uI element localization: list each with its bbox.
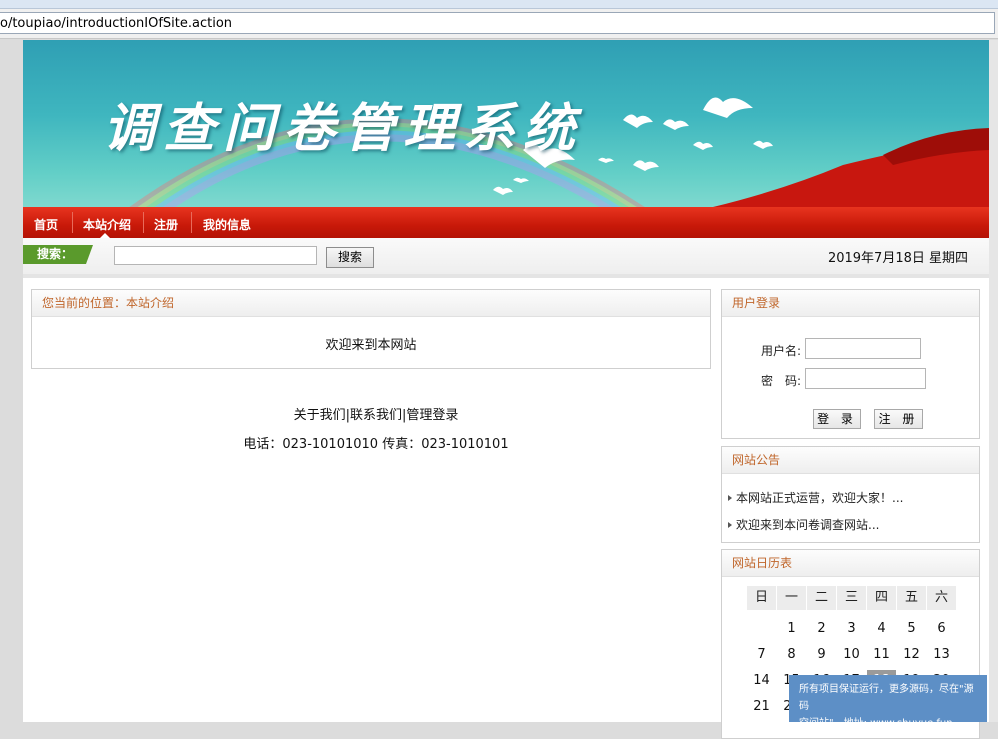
- nav-item-my-info[interactable]: 我的信息: [203, 216, 251, 233]
- calendar-day[interactable]: 13: [927, 644, 956, 666]
- search-input[interactable]: [114, 246, 317, 265]
- calendar-weekday: 二: [807, 586, 836, 610]
- url-field[interactable]: o/toupiao/introductionIOfSite.action: [0, 12, 995, 34]
- calendar-weekday: 日: [747, 586, 776, 610]
- calendar-day[interactable]: 10: [837, 644, 866, 666]
- promo-line-2: 空间站"，地址: www.shuyue.fun: [799, 718, 953, 729]
- calendar-day[interactable]: 6: [927, 618, 956, 640]
- calendar-day[interactable]: 8: [777, 644, 806, 666]
- username-label: 用户名:: [761, 344, 802, 358]
- calendar-day[interactable]: 12: [897, 644, 926, 666]
- notice-item-text: 本网站正式运营，欢迎大家！...: [736, 491, 904, 505]
- notice-item[interactable]: 本网站正式运营，欢迎大家！...: [728, 489, 903, 506]
- notice-panel-title: 网站公告: [722, 447, 979, 474]
- login-button[interactable]: 登 录: [813, 409, 861, 429]
- browser-top-strip: [0, 0, 998, 9]
- site-title: 调查问卷管理系统: [103, 98, 584, 159]
- register-button[interactable]: 注 册: [874, 409, 923, 429]
- nav-item-introduction[interactable]: 本站介绍: [83, 216, 131, 233]
- main-nav: 首页 本站介绍 注册 我的信息: [23, 207, 989, 238]
- notice-item-text: 欢迎来到本问卷调查网站...: [736, 518, 880, 532]
- breadcrumb-panel: 您当前的位置：本站介绍 欢迎来到本网站: [31, 289, 711, 369]
- search-bar: 搜索： 搜索 2019年7月18日 星期四: [23, 238, 989, 278]
- page-edge: [989, 40, 998, 722]
- bullet-arrow-icon: [728, 495, 732, 501]
- banner: 调查问卷管理系统: [23, 40, 989, 207]
- calendar-day[interactable]: 5: [897, 618, 926, 640]
- calendar-day[interactable]: 9: [807, 644, 836, 666]
- search-label: 搜索：: [23, 245, 93, 264]
- calendar-day[interactable]: 4: [867, 618, 896, 640]
- calendar-day[interactable]: 1: [777, 618, 806, 640]
- calendar-panel-title: 网站日历表: [722, 550, 979, 577]
- promo-line-1: 所有项目保证运行，更多源码，尽在"源码: [799, 684, 974, 712]
- nav-divider: [143, 212, 144, 233]
- calendar-day[interactable]: 14: [747, 670, 776, 692]
- search-button[interactable]: 搜索: [326, 247, 374, 268]
- password-label: 密 码:: [761, 374, 802, 388]
- calendar-day[interactable]: 21: [747, 696, 776, 718]
- calendar-weekday: 六: [927, 586, 956, 610]
- calendar-day[interactable]: 7: [747, 644, 776, 666]
- bullet-arrow-icon: [728, 522, 732, 528]
- footer-links[interactable]: 关于我们|联系我们|管理登录: [23, 404, 729, 423]
- password-field[interactable]: [805, 368, 926, 389]
- welcome-text: 欢迎来到本网站: [325, 338, 417, 353]
- url-text: o/toupiao/introductionIOfSite.action: [0, 16, 233, 31]
- promo-banner[interactable]: 所有项目保证运行，更多源码，尽在"源码 空间站"，地址: www.shuyue.…: [789, 675, 987, 729]
- calendar-weekday: 五: [897, 586, 926, 610]
- nav-divider: [72, 212, 73, 233]
- notice-item[interactable]: 欢迎来到本问卷调查网站...: [728, 516, 879, 533]
- calendar-weekday: 三: [837, 586, 866, 610]
- login-panel-title: 用户登录: [722, 290, 979, 317]
- current-date: 2019年7月18日 星期四: [827, 251, 968, 266]
- calendar-weekday: 一: [777, 586, 806, 610]
- calendar-day[interactable]: 11: [867, 644, 896, 666]
- nav-divider: [191, 212, 192, 233]
- calendar-day[interactable]: 2: [807, 618, 836, 640]
- calendar-day[interactable]: 3: [837, 618, 866, 640]
- nav-item-home[interactable]: 首页: [34, 216, 58, 233]
- notice-panel: 网站公告 本网站正式运营，欢迎大家！... 欢迎来到本问卷调查网站...: [721, 446, 980, 543]
- username-field[interactable]: [805, 338, 921, 359]
- calendar-weekday: 四: [867, 586, 896, 610]
- breadcrumb: 您当前的位置：本站介绍: [32, 290, 710, 317]
- nav-item-register[interactable]: 注册: [154, 216, 178, 233]
- browser-address-bar: o/toupiao/introductionIOfSite.action: [0, 0, 998, 39]
- login-panel: 用户登录 用户名: 密 码: 登 录 注 册: [721, 289, 980, 439]
- footer-contact: 电话：023-10101010 传真：023-1010101: [243, 437, 509, 452]
- page: 调查问卷管理系统 首页 本站介绍 注册 我的信息 搜索： 搜索 2019年7月1…: [23, 40, 989, 739]
